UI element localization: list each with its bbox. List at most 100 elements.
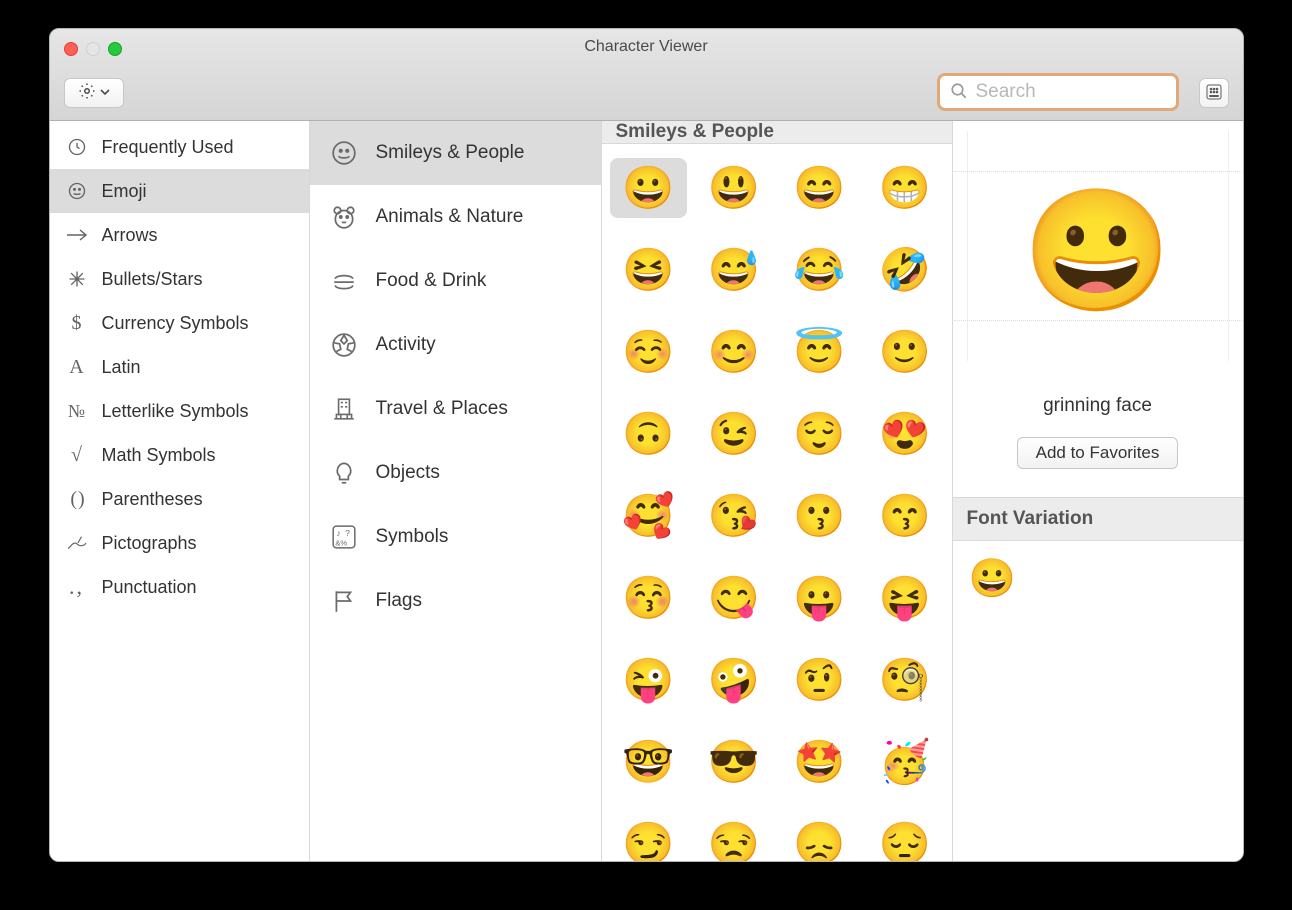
emoji-cell[interactable]: 🤣 — [866, 240, 944, 300]
sidebar-item-label: Parentheses — [102, 489, 203, 510]
chevron-down-icon — [100, 84, 110, 102]
emoji-cell[interactable]: 😂 — [781, 240, 859, 300]
emoji-cell[interactable]: 😄 — [781, 158, 859, 218]
soccer-icon — [330, 331, 358, 359]
sidebar-item-label: Bullets/Stars — [102, 269, 203, 290]
No-icon: № — [66, 400, 88, 422]
category-item-flags[interactable]: Flags — [310, 569, 601, 633]
font-variation-glyph[interactable]: 😀 — [969, 558, 1016, 600]
emoji-cell[interactable]: 😀 — [610, 158, 688, 218]
settings-menu-button[interactable] — [64, 78, 124, 108]
bear-icon — [330, 203, 358, 231]
sidebar-item-math-symbols[interactable]: √ Math Symbols — [50, 433, 309, 477]
sidebar-item-parentheses[interactable]: ( ) Parentheses — [50, 477, 309, 521]
emoji-cell[interactable]: 😙 — [866, 486, 944, 546]
font-variation-header: Font Variation — [953, 497, 1243, 541]
category-item-objects[interactable]: Objects — [310, 441, 601, 505]
emoji-cell[interactable]: 🥰 — [610, 486, 688, 546]
emoji-cell[interactable]: 😍 — [866, 404, 944, 464]
titlebar: Character Viewer — [50, 29, 1243, 121]
add-to-favorites-button[interactable]: Add to Favorites — [1017, 437, 1179, 469]
emoji-cell[interactable]: 😇 — [781, 322, 859, 382]
emoji-cell[interactable]: 🤨 — [781, 650, 859, 710]
emoji-cell[interactable]: 😆 — [610, 240, 688, 300]
body: Frequently Used Emoji Arrows Bullets/Stars $… — [50, 121, 1243, 861]
sidebar-item-frequently-used[interactable]: Frequently Used — [50, 125, 309, 169]
emoji-cell[interactable]: 😁 — [866, 158, 944, 218]
emoji-cell[interactable]: 🤩 — [781, 732, 859, 792]
emoji-cell[interactable]: 😏 — [610, 814, 688, 861]
category-item-symbols[interactable]: ♪?&%Symbols — [310, 505, 601, 569]
smile-icon — [66, 180, 88, 202]
sidebar-item-label: Math Symbols — [102, 445, 216, 466]
sidebar-item-pictographs[interactable]: Pictographs — [50, 521, 309, 565]
category-item-animals-nature[interactable]: Animals & Nature — [310, 185, 601, 249]
emoji-cell[interactable]: 😘 — [695, 486, 773, 546]
category-item-activity[interactable]: Activity — [310, 313, 601, 377]
sidebar-item-label: Pictographs — [102, 533, 197, 554]
emoji-cell[interactable]: 😉 — [695, 404, 773, 464]
sidebar-item-emoji[interactable]: Emoji — [50, 169, 309, 213]
burger-icon — [330, 267, 358, 295]
grid-section-header: Smileys & People — [602, 121, 952, 144]
sidebar: Frequently Used Emoji Arrows Bullets/Stars $… — [50, 121, 310, 861]
emoji-cell[interactable]: 😝 — [866, 568, 944, 628]
category-item-label: Activity — [376, 334, 436, 356]
emoji-cell[interactable]: 🤓 — [610, 732, 688, 792]
building-icon — [330, 395, 358, 423]
emoji-cell[interactable]: 🧐 — [866, 650, 944, 710]
emoji-cell[interactable]: 😜 — [610, 650, 688, 710]
emoji-grid-column: Smileys & People 😀😃😄😁 😆😅😂🤣 ☺️😊😇🙂 🙃😉😌😍 🥰😘😗😙 😚😋… — [602, 121, 953, 861]
emoji-cell[interactable]: 🙂 — [866, 322, 944, 382]
category-item-label: Objects — [376, 462, 440, 484]
emoji-cell[interactable]: 😃 — [695, 158, 773, 218]
sidebar-item-label: Latin — [102, 357, 141, 378]
emoji-cell[interactable]: 😞 — [781, 814, 859, 861]
sidebar-item-punctuation[interactable]: .,Punctuation — [50, 565, 309, 609]
flag-icon — [330, 587, 358, 615]
font-variation-list: 😀 — [953, 541, 1243, 617]
category-item-travel-places[interactable]: Travel & Places — [310, 377, 601, 441]
category-item-food-drink[interactable]: Food & Drink — [310, 249, 601, 313]
sidebar-item-label: Frequently Used — [102, 137, 234, 158]
sidebar-item-label: Punctuation — [102, 577, 197, 598]
category-column: Smileys & PeopleAnimals & NatureFood & D… — [310, 121, 602, 861]
sidebar-item-bullets-stars[interactable]: Bullets/Stars — [50, 257, 309, 301]
search-field[interactable] — [937, 73, 1179, 111]
root-icon: √ — [66, 444, 88, 466]
smile-icon — [330, 139, 358, 167]
category-item-smileys-people[interactable]: Smileys & People — [310, 121, 601, 185]
sidebar-item-latin[interactable]: ALatin — [50, 345, 309, 389]
emoji-cell[interactable]: 😚 — [610, 568, 688, 628]
emoji-cell[interactable]: 😊 — [695, 322, 773, 382]
emoji-cell[interactable]: ☺️ — [610, 322, 688, 382]
bulb-icon — [330, 459, 358, 487]
preview-glyph: 😀 — [1023, 191, 1172, 311]
svg-text:&%: &% — [335, 539, 347, 548]
search-input[interactable] — [974, 80, 1223, 104]
sidebar-item-arrows[interactable]: Arrows — [50, 213, 309, 257]
paren-icon: ( ) — [66, 488, 88, 510]
emoji-cell[interactable]: 😌 — [781, 404, 859, 464]
window: Character Viewer — [49, 28, 1244, 862]
sidebar-item-currency-symbols[interactable]: $Currency Symbols — [50, 301, 309, 345]
sidebar-item-label: Arrows — [102, 225, 158, 246]
arrow-icon — [66, 224, 88, 246]
emoji-cell[interactable]: 🥳 — [866, 732, 944, 792]
sidebar-item-label: Emoji — [102, 181, 147, 202]
emoji-cell[interactable]: 🤪 — [695, 650, 773, 710]
emoji-cell[interactable]: 😋 — [695, 568, 773, 628]
clock-icon — [66, 136, 88, 158]
emoji-cell[interactable]: 🙃 — [610, 404, 688, 464]
emoji-cell[interactable]: 😎 — [695, 732, 773, 792]
star-icon — [66, 268, 88, 290]
emoji-cell[interactable]: 😒 — [695, 814, 773, 861]
hand-icon — [66, 532, 88, 554]
sidebar-item-letterlike-symbols[interactable]: №Letterlike Symbols — [50, 389, 309, 433]
grid-collapse-icon — [1206, 84, 1222, 103]
emoji-cell[interactable]: 😗 — [781, 486, 859, 546]
collapse-viewer-button[interactable] — [1199, 78, 1229, 108]
emoji-cell[interactable]: 😅 — [695, 240, 773, 300]
emoji-cell[interactable]: 😛 — [781, 568, 859, 628]
emoji-cell[interactable]: 😔 — [866, 814, 944, 861]
